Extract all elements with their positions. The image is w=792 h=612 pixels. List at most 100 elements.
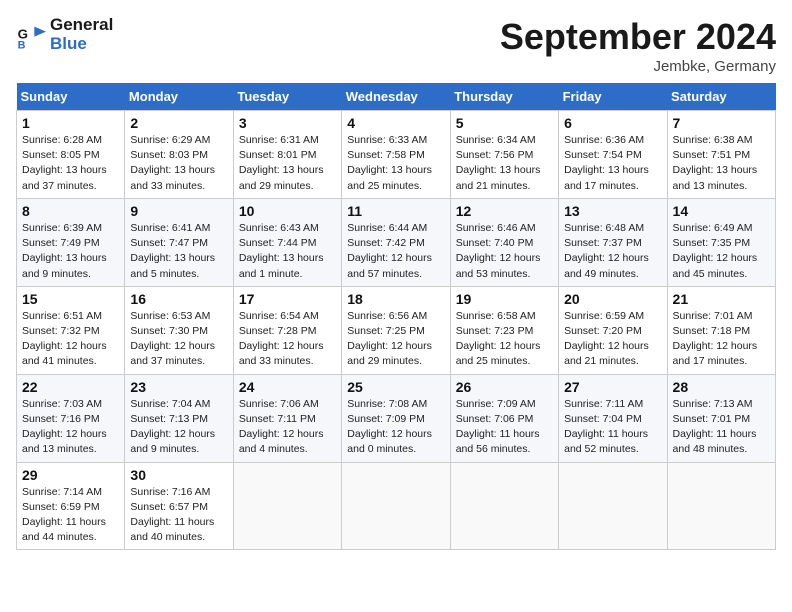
calendar-subtitle: Jembke, Germany <box>500 58 776 75</box>
day-info: Sunrise: 7:01 AMSunset: 7:18 PMDaylight:… <box>673 309 770 370</box>
day-number: 29 <box>22 467 119 483</box>
calendar-cell: 27 Sunrise: 7:11 AMSunset: 7:04 PMDayligh… <box>559 374 667 462</box>
day-number: 9 <box>130 203 227 219</box>
calendar-cell: 7 Sunrise: 6:38 AMSunset: 7:51 PMDaylight… <box>667 111 775 199</box>
calendar-cell: 17 Sunrise: 6:54 AMSunset: 7:28 PMDayligh… <box>233 286 341 374</box>
calendar-cell <box>450 462 558 550</box>
day-number: 17 <box>239 291 336 307</box>
day-number: 8 <box>22 203 119 219</box>
calendar-cell: 22Sunrise: 7:03 AMSunset: 7:16 PMDayligh… <box>17 374 125 462</box>
calendar-cell: 13Sunrise: 6:48 AMSunset: 7:37 PMDayligh… <box>559 198 667 286</box>
calendar-cell: 15 Sunrise: 6:51 AMSunset: 7:32 PMDayligh… <box>17 286 125 374</box>
calendar-cell: 23Sunrise: 7:04 AMSunset: 7:13 PMDayligh… <box>125 374 233 462</box>
calendar-cell: 28Sunrise: 7:13 AMSunset: 7:01 PMDayligh… <box>667 374 775 462</box>
day-number: 25 <box>347 379 444 395</box>
logo-name-line2: Blue <box>50 35 113 54</box>
calendar-cell: 6 Sunrise: 6:36 AMSunset: 7:54 PMDaylight… <box>559 111 667 199</box>
calendar-cell: 8 Sunrise: 6:39 AMSunset: 7:49 PMDaylight… <box>17 198 125 286</box>
day-number: 23 <box>130 379 227 395</box>
day-info: Sunrise: 6:31 AMSunset: 8:01 PMDaylight:… <box>239 133 336 194</box>
calendar-week-row: 1Sunrise: 6:28 AMSunset: 8:05 PMDaylight… <box>17 111 776 199</box>
calendar-cell <box>667 462 775 550</box>
day-info: Sunrise: 7:14 AMSunset: 6:59 PMDaylight:… <box>22 485 119 546</box>
day-number: 10 <box>239 203 336 219</box>
day-info: Sunrise: 6:49 AMSunset: 7:35 PMDaylight:… <box>673 221 770 282</box>
logo-name-line1: General <box>50 16 113 35</box>
day-number: 7 <box>673 115 770 131</box>
svg-text:B: B <box>18 39 26 50</box>
weekday-header-wednesday: Wednesday <box>342 83 450 111</box>
day-info: Sunrise: 6:54 AMSunset: 7:28 PMDaylight:… <box>239 309 336 370</box>
day-number: 18 <box>347 291 444 307</box>
day-number: 6 <box>564 115 661 131</box>
day-number: 14 <box>673 203 770 219</box>
calendar-body: 1Sunrise: 6:28 AMSunset: 8:05 PMDaylight… <box>17 111 776 550</box>
calendar-cell: 21 Sunrise: 7:01 AMSunset: 7:18 PMDayligh… <box>667 286 775 374</box>
logo-icon: G B <box>16 20 46 50</box>
day-info: Sunrise: 7:06 AMSunset: 7:11 PMDaylight:… <box>239 397 336 458</box>
day-number: 15 <box>22 291 119 307</box>
day-number: 21 <box>673 291 770 307</box>
calendar-cell: 9 Sunrise: 6:41 AMSunset: 7:47 PMDaylight… <box>125 198 233 286</box>
calendar-cell: 5 Sunrise: 6:34 AMSunset: 7:56 PMDaylight… <box>450 111 558 199</box>
day-info: Sunrise: 6:59 AMSunset: 7:20 PMDaylight:… <box>564 309 661 370</box>
calendar-cell: 1Sunrise: 6:28 AMSunset: 8:05 PMDaylight… <box>17 111 125 199</box>
calendar-cell: 4Sunrise: 6:33 AMSunset: 7:58 PMDaylight… <box>342 111 450 199</box>
weekday-header-saturday: Saturday <box>667 83 775 111</box>
calendar-cell: 20 Sunrise: 6:59 AMSunset: 7:20 PMDayligh… <box>559 286 667 374</box>
calendar-cell: 29 Sunrise: 7:14 AMSunset: 6:59 PMDayligh… <box>17 462 125 550</box>
calendar-cell: 16 Sunrise: 6:53 AMSunset: 7:30 PMDayligh… <box>125 286 233 374</box>
day-number: 26 <box>456 379 553 395</box>
day-number: 30 <box>130 467 227 483</box>
day-info: Sunrise: 7:16 AMSunset: 6:57 PMDaylight:… <box>130 485 227 546</box>
weekday-header-tuesday: Tuesday <box>233 83 341 111</box>
calendar-title: September 2024 <box>500 16 776 58</box>
calendar-cell: 14 Sunrise: 6:49 AMSunset: 7:35 PMDayligh… <box>667 198 775 286</box>
day-info: Sunrise: 6:39 AMSunset: 7:49 PMDaylight:… <box>22 221 119 282</box>
calendar-week-row: 29 Sunrise: 7:14 AMSunset: 6:59 PMDayligh… <box>17 462 776 550</box>
day-number: 5 <box>456 115 553 131</box>
calendar-cell: 19 Sunrise: 6:58 AMSunset: 7:23 PMDayligh… <box>450 286 558 374</box>
calendar-week-row: 15 Sunrise: 6:51 AMSunset: 7:32 PMDayligh… <box>17 286 776 374</box>
calendar-cell: 10 Sunrise: 6:43 AMSunset: 7:44 PMDayligh… <box>233 198 341 286</box>
calendar-cell: 11 Sunrise: 6:44 AMSunset: 7:42 PMDayligh… <box>342 198 450 286</box>
day-number: 19 <box>456 291 553 307</box>
day-info: Sunrise: 6:33 AMSunset: 7:58 PMDaylight:… <box>347 133 444 194</box>
calendar-cell <box>559 462 667 550</box>
logo: G B General Blue <box>16 16 113 53</box>
calendar-cell <box>342 462 450 550</box>
day-info: Sunrise: 6:34 AMSunset: 7:56 PMDaylight:… <box>456 133 553 194</box>
day-number: 16 <box>130 291 227 307</box>
calendar-cell: 26Sunrise: 7:09 AMSunset: 7:06 PMDayligh… <box>450 374 558 462</box>
day-number: 11 <box>347 203 444 219</box>
calendar-cell: 12Sunrise: 6:46 AMSunset: 7:40 PMDayligh… <box>450 198 558 286</box>
weekday-header-sunday: Sunday <box>17 83 125 111</box>
day-number: 27 <box>564 379 661 395</box>
calendar-header: SundayMondayTuesdayWednesdayThursdayFrid… <box>17 83 776 111</box>
day-number: 20 <box>564 291 661 307</box>
day-info: Sunrise: 6:44 AMSunset: 7:42 PMDaylight:… <box>347 221 444 282</box>
calendar-cell <box>233 462 341 550</box>
day-info: Sunrise: 6:38 AMSunset: 7:51 PMDaylight:… <box>673 133 770 194</box>
weekday-header-row: SundayMondayTuesdayWednesdayThursdayFrid… <box>17 83 776 111</box>
day-info: Sunrise: 6:43 AMSunset: 7:44 PMDaylight:… <box>239 221 336 282</box>
day-number: 2 <box>130 115 227 131</box>
day-info: Sunrise: 6:56 AMSunset: 7:25 PMDaylight:… <box>347 309 444 370</box>
day-number: 24 <box>239 379 336 395</box>
day-info: Sunrise: 6:53 AMSunset: 7:30 PMDaylight:… <box>130 309 227 370</box>
calendar-cell: 2 Sunrise: 6:29 AMSunset: 8:03 PMDaylight… <box>125 111 233 199</box>
day-info: Sunrise: 6:29 AMSunset: 8:03 PMDaylight:… <box>130 133 227 194</box>
day-info: Sunrise: 6:46 AMSunset: 7:40 PMDaylight:… <box>456 221 553 282</box>
weekday-header-friday: Friday <box>559 83 667 111</box>
day-info: Sunrise: 6:51 AMSunset: 7:32 PMDaylight:… <box>22 309 119 370</box>
day-info: Sunrise: 6:41 AMSunset: 7:47 PMDaylight:… <box>130 221 227 282</box>
day-info: Sunrise: 7:11 AMSunset: 7:04 PMDaylight:… <box>564 397 661 458</box>
day-info: Sunrise: 6:48 AMSunset: 7:37 PMDaylight:… <box>564 221 661 282</box>
day-info: Sunrise: 6:28 AMSunset: 8:05 PMDaylight:… <box>22 133 119 194</box>
day-info: Sunrise: 6:58 AMSunset: 7:23 PMDaylight:… <box>456 309 553 370</box>
day-number: 22 <box>22 379 119 395</box>
day-info: Sunrise: 6:36 AMSunset: 7:54 PMDaylight:… <box>564 133 661 194</box>
calendar-cell: 25 Sunrise: 7:08 AMSunset: 7:09 PMDayligh… <box>342 374 450 462</box>
day-info: Sunrise: 7:08 AMSunset: 7:09 PMDaylight:… <box>347 397 444 458</box>
calendar-week-row: 8 Sunrise: 6:39 AMSunset: 7:49 PMDaylight… <box>17 198 776 286</box>
